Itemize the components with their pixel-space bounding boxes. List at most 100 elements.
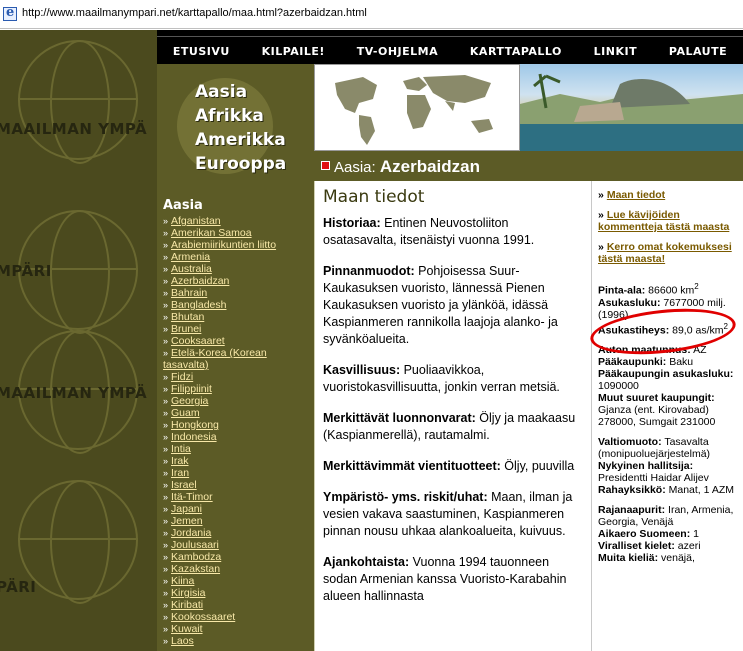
country-list-item[interactable]: » Guam bbox=[163, 407, 314, 419]
country-list-item[interactable]: » Laos bbox=[163, 635, 314, 647]
country-list-item[interactable]: » Kiina bbox=[163, 575, 314, 587]
link-lue-kommentteja[interactable]: Lue kävijöiden kommentteja tästä maasta bbox=[598, 209, 729, 233]
country-link[interactable]: Jordania bbox=[171, 527, 211, 539]
country-link[interactable]: tasavalta) bbox=[163, 359, 209, 371]
country-list-item[interactable]: » Kookossaaret bbox=[163, 611, 314, 623]
world-map[interactable] bbox=[314, 64, 520, 151]
country-list-item[interactable]: » Bangladesh bbox=[163, 299, 314, 311]
country-link[interactable]: Etelä-Korea (Korean bbox=[171, 347, 267, 359]
country-link[interactable]: Arabiemiirikuntien liitto bbox=[171, 239, 276, 251]
chevron-icon: » bbox=[598, 241, 604, 253]
landscape-photo bbox=[520, 64, 743, 151]
country-link[interactable]: Fidzi bbox=[171, 371, 193, 383]
fact-label: Aikaero Suomeen: bbox=[598, 528, 691, 540]
country-list-item[interactable]: » Fidzi bbox=[163, 371, 314, 383]
country-link[interactable]: Georgia bbox=[171, 395, 208, 407]
country-list-item[interactable]: » Filippiinit bbox=[163, 383, 314, 395]
country-link[interactable]: Kambodza bbox=[171, 551, 221, 563]
country-list-item[interactable]: » Kuwait bbox=[163, 623, 314, 635]
country-list-item[interactable]: » Kirgisia bbox=[163, 587, 314, 599]
country-link[interactable]: Guam bbox=[171, 407, 200, 419]
country-list-item[interactable]: » Kambodza bbox=[163, 551, 314, 563]
country-link[interactable]: Australia bbox=[171, 263, 212, 275]
country-list-item[interactable]: » Jemen bbox=[163, 515, 314, 527]
country-list-item[interactable]: » Intia bbox=[163, 443, 314, 455]
pattern-text: MPÄRI bbox=[0, 262, 52, 280]
country-link[interactable]: Kiribati bbox=[171, 599, 203, 611]
country-list-item[interactable]: » Armenia bbox=[163, 251, 314, 263]
country-link[interactable]: Bangladesh bbox=[171, 299, 226, 311]
country-link[interactable]: Bhutan bbox=[171, 311, 204, 323]
chevron-icon: » bbox=[163, 492, 169, 502]
country-list-item[interactable]: » Azerbaidzan bbox=[163, 275, 314, 287]
fact-label: Asukastiheys: bbox=[598, 324, 670, 336]
country-link[interactable]: Indonesia bbox=[171, 431, 217, 443]
country-link[interactable]: Israel bbox=[171, 479, 197, 491]
country-list-item[interactable]: » Kazakstan bbox=[163, 563, 314, 575]
country-link[interactable]: Afganistan bbox=[171, 215, 221, 227]
continent-afrikka[interactable]: Afrikka bbox=[195, 106, 264, 126]
country-link[interactable]: Itä-Timor bbox=[171, 491, 213, 503]
nav-karttapallo[interactable]: KARTTAPALLO bbox=[470, 45, 562, 58]
continent-eurooppa[interactable]: Eurooppa bbox=[195, 154, 286, 174]
chevron-icon: » bbox=[163, 624, 169, 634]
continent-amerikka[interactable]: Amerikka bbox=[195, 130, 286, 150]
fact-label: Pääkaupungin asukasluku: bbox=[598, 368, 734, 380]
nav-kilpaile[interactable]: KILPAILE! bbox=[262, 45, 325, 58]
country-link[interactable]: Jemen bbox=[171, 515, 203, 527]
country-list-item[interactable]: » Arabiemiirikuntien liitto bbox=[163, 239, 314, 251]
country-link[interactable]: Brunei bbox=[171, 323, 201, 335]
continent-aasia[interactable]: Aasia bbox=[195, 82, 247, 102]
address-bar[interactable]: http://www.maailmanympari.net/karttapall… bbox=[0, 0, 743, 29]
country-list-item[interactable]: » Bhutan bbox=[163, 311, 314, 323]
fact-label: Muita kieliä: bbox=[598, 552, 659, 564]
country-list-item[interactable]: » Afganistan bbox=[163, 215, 314, 227]
country-link[interactable]: Iran bbox=[171, 467, 189, 479]
country-list-item[interactable]: » Iran bbox=[163, 467, 314, 479]
detail-text: Öljy, puuvilla bbox=[500, 459, 575, 473]
country-link[interactable]: Kookossaaret bbox=[171, 611, 235, 623]
country-list-item[interactable]: » Itä-Timor bbox=[163, 491, 314, 503]
country-list-item[interactable]: » Australia bbox=[163, 263, 314, 275]
country-link[interactable]: Joulusaari bbox=[171, 539, 219, 551]
address-url[interactable]: http://www.maailmanympari.net/karttapall… bbox=[22, 7, 367, 19]
country-link[interactable]: Kiina bbox=[171, 575, 194, 587]
country-link[interactable]: Amerikan Samoa bbox=[171, 227, 252, 239]
country-list-item[interactable]: » Irak bbox=[163, 455, 314, 467]
country-list-item[interactable]: » Indonesia bbox=[163, 431, 314, 443]
nav-tv-ohjelma[interactable]: TV-OHJELMA bbox=[357, 45, 438, 58]
country-list-item[interactable]: » Israel bbox=[163, 479, 314, 491]
country-list-item[interactable]: » Cooksaaret bbox=[163, 335, 314, 347]
country-link[interactable]: Filippiinit bbox=[171, 383, 212, 395]
nav-palaute[interactable]: PALAUTE bbox=[669, 45, 727, 58]
country-link[interactable]: Kazakstan bbox=[171, 563, 220, 575]
link-kerro-kokemuksesi[interactable]: Kerro omat kokemuksesi tästä maasta! bbox=[598, 241, 732, 265]
country-link[interactable]: Japani bbox=[171, 503, 202, 515]
country-list-item[interactable]: » Amerikan Samoa bbox=[163, 227, 314, 239]
country-link[interactable]: Cooksaaret bbox=[171, 335, 225, 347]
nav-etusivu[interactable]: ETUSIVU bbox=[173, 45, 230, 58]
country-list-item[interactable]: » Etelä-Korea (Korean bbox=[163, 347, 314, 359]
country-list-item[interactable]: » Bahrain bbox=[163, 287, 314, 299]
country-list-item[interactable]: » Jordania bbox=[163, 527, 314, 539]
country-link[interactable]: Kuwait bbox=[171, 623, 203, 635]
link-maan-tiedot[interactable]: Maan tiedot bbox=[607, 189, 665, 201]
red-square-icon bbox=[321, 161, 330, 170]
country-link[interactable]: Intia bbox=[171, 443, 191, 455]
country-link[interactable]: Laos bbox=[171, 635, 194, 647]
country-link[interactable]: Kirgisia bbox=[171, 587, 205, 599]
country-list-item[interactable]: tasavalta) bbox=[163, 359, 314, 371]
fact-value: Baku bbox=[666, 356, 694, 368]
country-link[interactable]: Hongkong bbox=[171, 419, 219, 431]
country-list-item[interactable]: » Hongkong bbox=[163, 419, 314, 431]
country-list-item[interactable]: » Brunei bbox=[163, 323, 314, 335]
country-link[interactable]: Azerbaidzan bbox=[171, 275, 229, 287]
country-list-item[interactable]: » Kiribati bbox=[163, 599, 314, 611]
country-list-item[interactable]: » Japani bbox=[163, 503, 314, 515]
country-list-item[interactable]: » Joulusaari bbox=[163, 539, 314, 551]
country-link[interactable]: Armenia bbox=[171, 251, 210, 263]
country-link[interactable]: Bahrain bbox=[171, 287, 207, 299]
nav-linkit[interactable]: LINKIT bbox=[594, 45, 637, 58]
country-link[interactable]: Irak bbox=[171, 455, 189, 467]
country-list-item[interactable]: » Georgia bbox=[163, 395, 314, 407]
